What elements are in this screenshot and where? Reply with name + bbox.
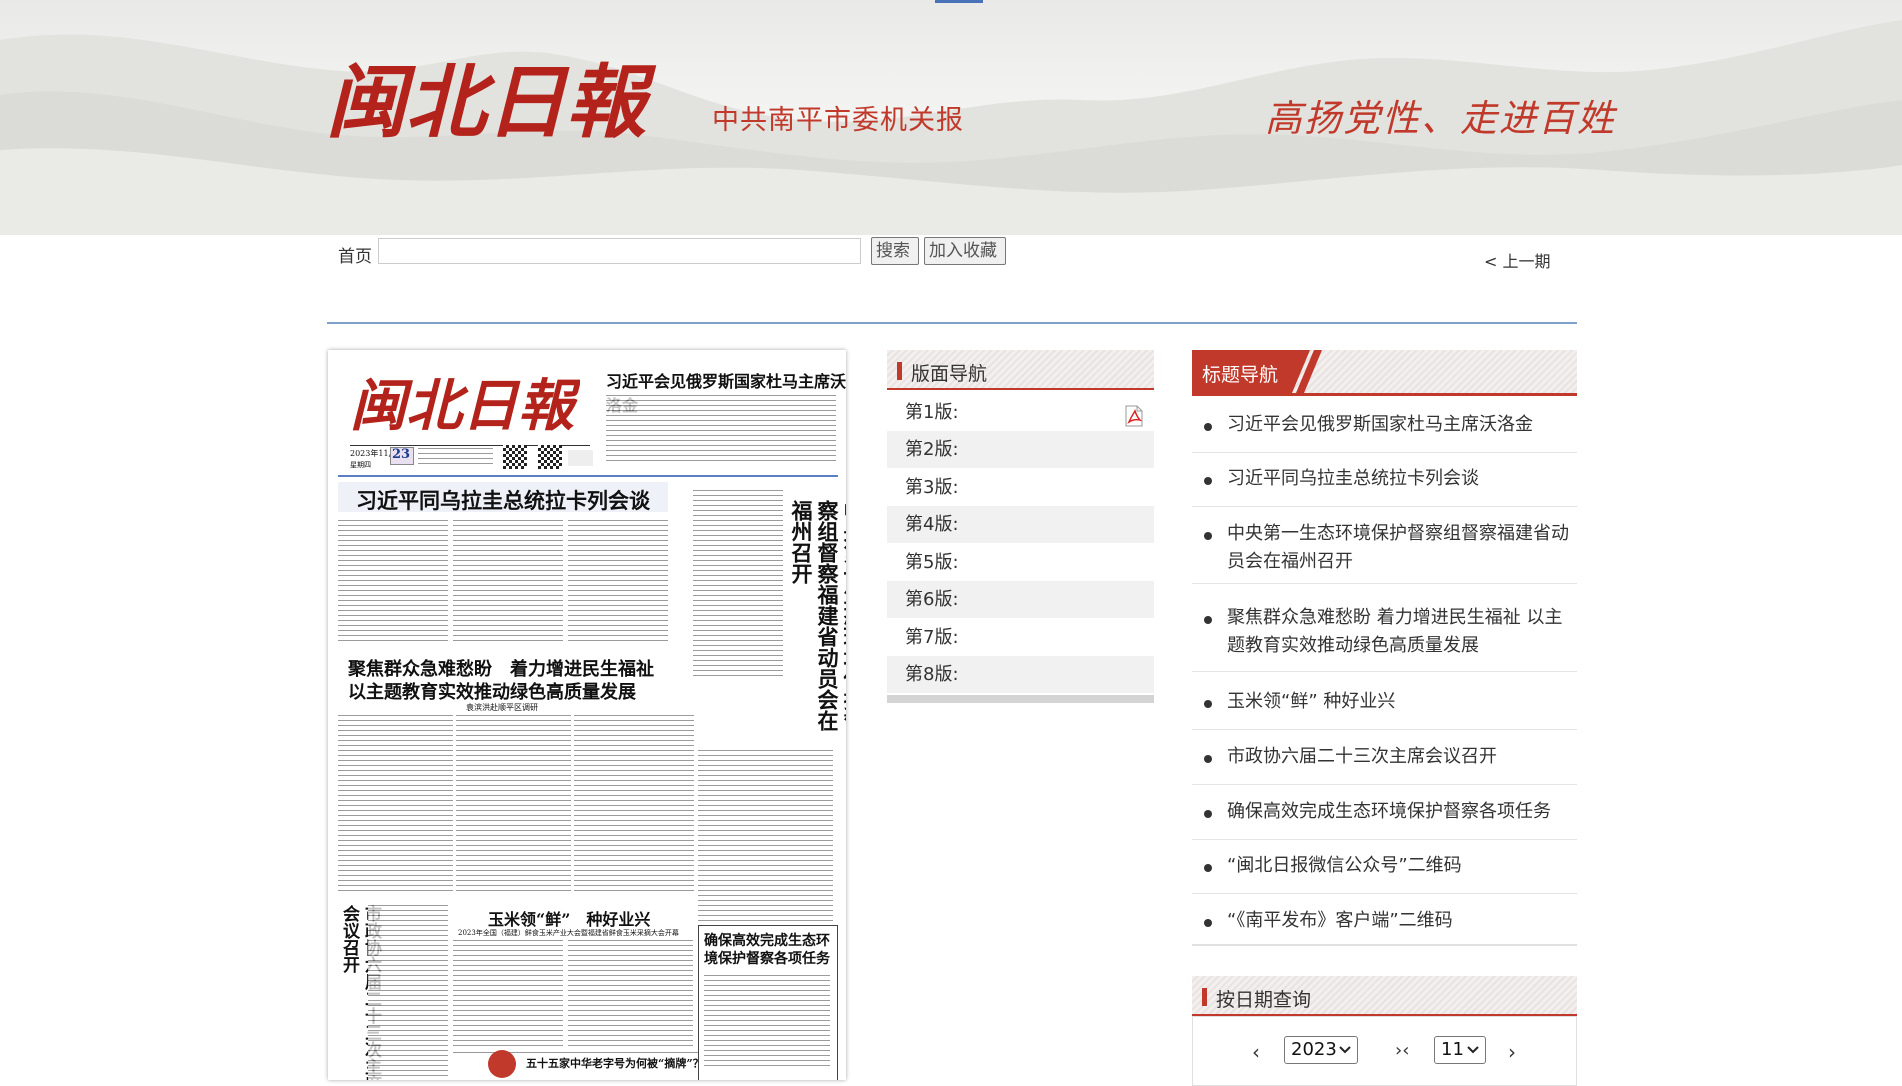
page-link-1[interactable]: 第1版: [887,394,1154,431]
qr-code-icon [503,445,527,469]
logo-text: 闽北日報 [326,55,657,149]
bullet-icon [1204,616,1212,624]
header-divider [327,322,1577,324]
bullet-icon [1204,919,1212,927]
headline-item[interactable]: 市政协六届二十三次主席会议召开 [1192,735,1577,785]
site-subtitle: 中共南平市委机关报 [712,105,964,136]
search-input[interactable] [378,238,861,264]
site-slogan: 高扬党性、走进百姓 [1265,97,1616,140]
newspaper-page-thumbnail[interactable]: 闽北日報 2023年11月 23 星期四 习近平会见俄罗斯国家杜马主席沃洛金 习… [328,350,846,1080]
date-query-box [1192,1016,1577,1086]
thumbnail-headline: 五十五家中华老字号为何被“摘牌”？ [526,1057,704,1070]
title-nav-header: 标题导航 [1192,350,1577,396]
date-query-title: 按日期查询 [1216,989,1312,1011]
top-tab-indicator [935,0,983,3]
bullet-icon [1204,700,1212,708]
date-query-header: 按日期查询 [1192,976,1577,1016]
thumbnail-masthead: 闽北日報 [350,373,580,439]
thumbnail-day: 23 [392,447,411,462]
headline-item[interactable]: “闽北日报微信公众号”二维码 [1192,844,1577,894]
next-month-button[interactable]: › [1508,1040,1516,1064]
thumbnail-headline: 玉米领“鲜” 种好业兴 [488,910,651,929]
newspaper-logo: 闽北日報 [326,55,657,149]
layout-nav-footer [887,695,1154,703]
month-separator: ›‹ [1395,1040,1410,1061]
bullet-icon [1204,755,1212,763]
year-select[interactable]: 2023 [1284,1036,1358,1064]
thumbnail-headline: 以主题教育实效推动绿色高质量发展 [348,682,636,703]
bank-logo-icon [488,1050,516,1078]
page-link-7[interactable]: 第7版: [887,619,1154,656]
page-link-5[interactable]: 第5版: [887,544,1154,581]
headline-item[interactable]: 聚焦群众急难愁盼 着力增进民生福祉 以主题教育实效推动绿色高质量发展 [1192,596,1577,672]
svg-text:闽北日報: 闽北日報 [350,373,580,439]
page-link-6[interactable]: 第6版: [887,581,1154,618]
page-link-2[interactable]: 第2版: [887,431,1154,468]
bullet-icon [1204,532,1212,540]
chevron-down-icon [1467,1046,1479,1054]
headline-item[interactable]: “《南平发布》客户端”二维码 [1192,899,1577,944]
pdf-icon[interactable] [1124,405,1144,427]
headline-item[interactable]: 玉米领“鲜” 种好业兴 [1192,680,1577,730]
qr-code-icon [538,445,562,469]
bullet-icon [1204,477,1212,485]
section-marker-icon [897,362,902,380]
thumbnail-headline: 中央第一生态环境保护督察组督察福建省动员会在福州召开 [789,500,846,731]
section-marker-icon [1202,988,1207,1006]
page-link-4[interactable]: 第4版: [887,506,1154,543]
prev-month-button[interactable]: ‹ [1252,1040,1260,1064]
page-link-3[interactable]: 第3版: [887,469,1154,506]
layout-nav-title: 版面导航 [911,363,988,385]
headline-item[interactable]: 习近平同乌拉圭总统拉卡列会谈 [1192,457,1577,507]
layout-nav-header: 版面导航 [887,350,1154,390]
bullet-icon [1204,423,1212,431]
headline-item[interactable]: 中央第一生态环境保护督察组督察福建省动员会在福州召开 [1192,512,1577,584]
title-nav-title: 标题导航 [1202,364,1279,386]
thumbnail-headline: 习近平同乌拉圭总统拉卡列会谈 [356,488,650,513]
headline-item[interactable]: 习近平会见俄罗斯国家杜马主席沃洛金 [1192,403,1577,453]
home-link[interactable]: 首页 [338,242,372,267]
bullet-icon [1204,810,1212,818]
add-favorite-button[interactable]: 加入收藏 [924,237,1006,265]
previous-issue-link[interactable]: < 上一期 [1484,248,1551,272]
title-nav-footer [1192,944,1577,946]
thumbnail-headline: 确保高效完成生态环境保护督察各项任务 [704,933,830,967]
headline-item[interactable]: 确保高效完成生态环境保护督察各项任务 [1192,790,1577,840]
bullet-icon [1204,864,1212,872]
search-button[interactable]: 搜索 [871,237,919,265]
page-link-8[interactable]: 第8版: [887,656,1154,693]
chevron-down-icon [1339,1046,1351,1054]
month-select[interactable]: 11 [1434,1036,1486,1064]
